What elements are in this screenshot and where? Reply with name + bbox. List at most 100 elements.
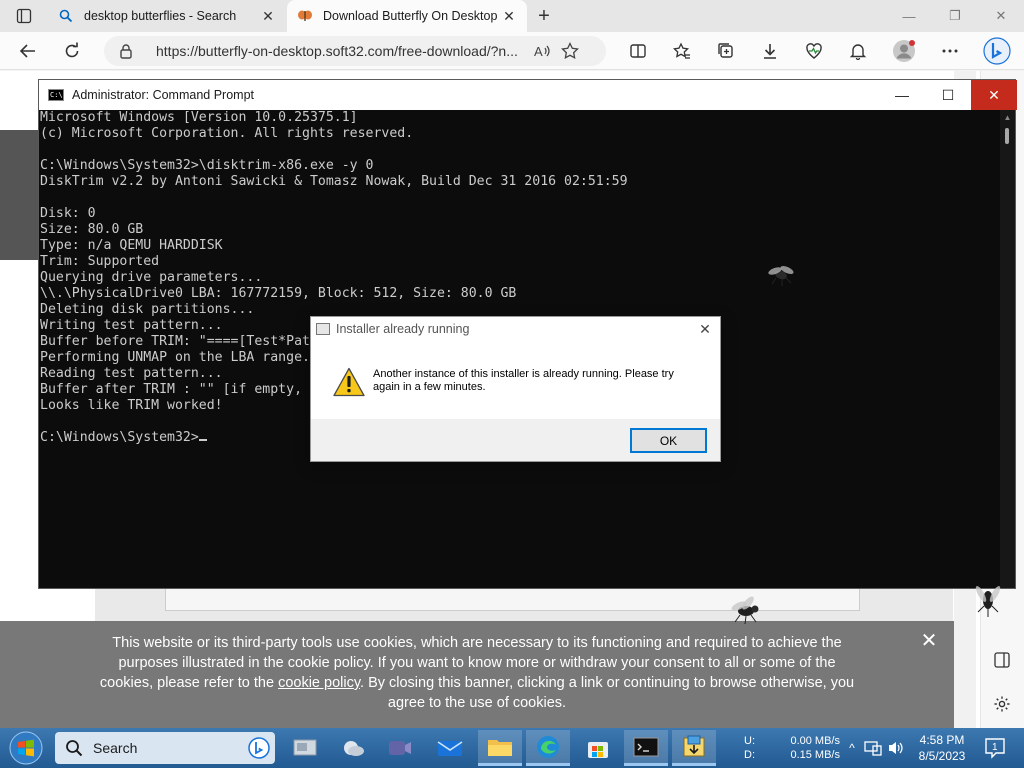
- upload-value: 0.00 MB/s: [790, 735, 840, 747]
- installer-app-icon: [316, 323, 330, 335]
- network-icon[interactable]: [863, 738, 883, 758]
- taskbar-search[interactable]: Search: [55, 732, 275, 764]
- profile-avatar-icon[interactable]: [890, 37, 918, 65]
- search-icon: [58, 8, 74, 24]
- console-line: Microsoft Windows [Version 10.0.25375.1]: [40, 110, 358, 125]
- tab-search[interactable]: desktop butterflies - Search ✕: [48, 0, 286, 32]
- time-text: 4:58 PM: [919, 733, 965, 747]
- download-value: 0.15 MB/s: [790, 749, 840, 761]
- browser-tab-bar: desktop butterflies - Search ✕ Download …: [0, 0, 1024, 32]
- dialog-body: Another instance of this installer is al…: [311, 341, 720, 419]
- downloads-icon[interactable]: [756, 37, 784, 65]
- url-text[interactable]: https://butterfly-on-desktop.soft32.com/…: [156, 43, 526, 59]
- split-screen-icon[interactable]: [624, 37, 652, 65]
- close-icon[interactable]: ✕: [919, 631, 939, 651]
- dialog-footer: OK: [311, 419, 720, 461]
- browser-toolbar: https://butterfly-on-desktop.soft32.com/…: [0, 32, 1024, 70]
- scroll-up-icon[interactable]: ▲: [1000, 110, 1015, 125]
- tab-download[interactable]: Download Butterfly On Desktop ✕: [287, 0, 527, 32]
- close-icon[interactable]: ✕: [696, 320, 714, 338]
- task-view-icon[interactable]: [283, 730, 327, 766]
- page-left-panel: [0, 130, 40, 260]
- notification-count: 1: [992, 742, 998, 753]
- settings-gear-icon[interactable]: [993, 695, 1013, 715]
- restore-icon[interactable]: ❐: [932, 0, 978, 32]
- edge-browser-icon[interactable]: [526, 730, 570, 766]
- cookie-banner: This website or its third-party tools us…: [0, 621, 954, 728]
- console-line: Size: 80.0 GB: [40, 222, 144, 237]
- clock[interactable]: 4:58 PM 8/5/2023: [912, 732, 972, 764]
- microsoft-store-icon[interactable]: [576, 730, 620, 766]
- notification-center-icon[interactable]: 1: [984, 737, 1006, 759]
- close-tab-icon[interactable]: ✕: [501, 8, 517, 24]
- maximize-icon[interactable]: ☐: [925, 80, 971, 110]
- console-line: DiskTrim v2.2 by Antoni Sawicki & Tomasz…: [40, 174, 628, 189]
- notifications-bell-icon[interactable]: [844, 37, 872, 65]
- cookie-text-after: . By closing this banner, clicking a lin…: [360, 675, 855, 711]
- upload-label: U:: [744, 735, 755, 747]
- fly-image: [768, 265, 794, 286]
- favorites-icon[interactable]: [668, 37, 696, 65]
- more-options-icon[interactable]: [936, 37, 964, 65]
- scroll-thumb[interactable]: [1005, 128, 1009, 144]
- dialog-titlebar[interactable]: Installer already running ✕: [311, 317, 720, 341]
- volume-icon[interactable]: [886, 738, 906, 758]
- close-window-icon[interactable]: ✕: [978, 0, 1024, 32]
- tab-title: desktop butterflies - Search: [84, 9, 237, 23]
- ok-button[interactable]: OK: [630, 428, 707, 453]
- tab-actions-icon[interactable]: [8, 4, 40, 28]
- read-aloud-icon[interactable]: A: [532, 41, 552, 61]
- close-icon[interactable]: ✕: [971, 80, 1017, 110]
- console-line: Trim: Supported: [40, 254, 160, 269]
- svg-text:A: A: [534, 44, 543, 59]
- command-prompt-taskbar-icon[interactable]: [624, 730, 668, 766]
- console-line: Querying drive parameters...: [40, 270, 263, 285]
- cmd-scrollbar[interactable]: ▲: [1000, 110, 1015, 588]
- console-line: \\.\PhysicalDrive0 LBA: 167772159, Block…: [40, 286, 517, 301]
- close-tab-icon[interactable]: ✕: [260, 8, 276, 24]
- text-cursor: [198, 439, 207, 441]
- cmd-app-icon: C:\: [48, 89, 64, 101]
- file-explorer-icon[interactable]: [478, 730, 522, 766]
- dialog-title: Installer already running: [336, 322, 470, 336]
- minimize-icon[interactable]: —: [879, 80, 925, 110]
- refresh-icon[interactable]: [58, 37, 86, 65]
- installer-taskbar-icon[interactable]: [672, 730, 716, 766]
- start-button[interactable]: [6, 730, 46, 766]
- cmd-title: Administrator: Command Prompt: [72, 88, 255, 102]
- download-label: D:: [744, 749, 755, 761]
- teams-meet-icon[interactable]: [378, 730, 422, 766]
- mail-icon[interactable]: [428, 730, 472, 766]
- chevron-up-icon[interactable]: ^: [842, 738, 862, 758]
- sidebar-toggle-icon[interactable]: [993, 651, 1013, 671]
- installer-dialog: Installer already running ✕ Another inst…: [310, 316, 721, 462]
- tab-title: Download Butterfly On Desktop: [323, 9, 498, 23]
- windows-logo-icon: [9, 731, 43, 765]
- minimize-icon[interactable]: —: [886, 0, 932, 32]
- bing-icon: [248, 737, 270, 759]
- weather-widget-icon[interactable]: [331, 730, 375, 766]
- collections-icon[interactable]: [712, 37, 740, 65]
- search-icon: [66, 740, 83, 757]
- cmd-titlebar[interactable]: C:\ Administrator: Command Prompt — ☐ ✕: [39, 80, 1017, 110]
- bing-copilot-icon[interactable]: [982, 37, 1012, 65]
- lock-icon[interactable]: [116, 41, 136, 61]
- favorite-star-icon[interactable]: [560, 41, 580, 61]
- console-line: (c) Microsoft Corporation. All rights re…: [40, 126, 414, 141]
- back-arrow-icon[interactable]: [14, 37, 42, 65]
- search-label: Search: [93, 740, 138, 756]
- date-text: 8/5/2023: [918, 749, 966, 763]
- address-bar[interactable]: https://butterfly-on-desktop.soft32.com/…: [104, 36, 606, 66]
- fly-image: [975, 586, 1001, 617]
- console-line: C:\Windows\System32>\disktrim-x86.exe -y…: [40, 158, 374, 173]
- fly-image: [731, 596, 759, 625]
- new-tab-button[interactable]: +: [532, 4, 556, 28]
- warning-icon: [333, 367, 365, 397]
- taskbar: Search U: 0.00 MB/s D: 0.15 MB/s ^ 4:58 PM…: [0, 728, 1024, 768]
- dialog-message: Another instance of this installer is al…: [373, 368, 674, 393]
- console-line: Disk: 0: [40, 206, 96, 221]
- browser-essentials-icon[interactable]: [800, 37, 828, 65]
- cookie-policy-link[interactable]: cookie policy: [278, 675, 360, 691]
